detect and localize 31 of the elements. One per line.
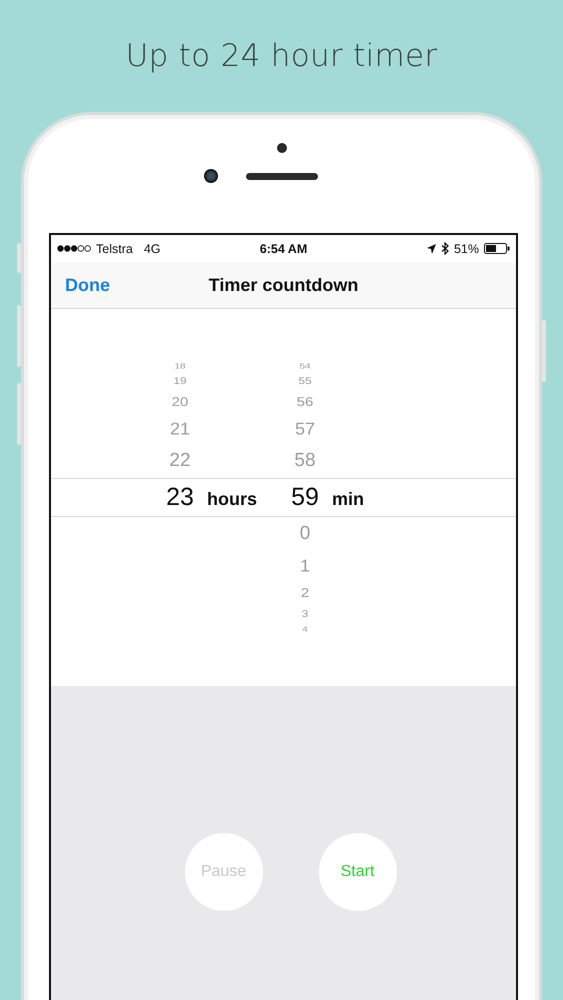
picker-option[interactable]: 22 (155, 444, 205, 478)
signal-icon (57, 245, 91, 252)
status-time: 6:54 AM (260, 242, 308, 256)
headline: Up to 24 hour timer (126, 37, 438, 76)
unit-label: hours (207, 489, 258, 510)
picker-option[interactable]: 58 (280, 444, 330, 478)
picker-option[interactable]: 21 (155, 414, 205, 443)
camera-icon (204, 169, 218, 183)
picker-option[interactable]: 56 (280, 391, 330, 412)
speaker-icon (246, 172, 318, 180)
battery-icon (484, 243, 510, 254)
sensor-icon (276, 143, 286, 153)
picker-option[interactable]: 0 (280, 517, 330, 552)
picker-option[interactable]: 55 (280, 373, 330, 388)
picker-option[interactable]: 1 (280, 552, 330, 581)
picker-option[interactable]: 20 (155, 391, 205, 412)
battery-percent: 51% (454, 242, 479, 256)
picker-option[interactable]: 57 (280, 414, 330, 443)
screen-title: Timer countdown (208, 274, 358, 296)
unit-label: min (332, 489, 364, 510)
done-button[interactable]: Done (65, 274, 110, 296)
picker-option[interactable]: 3 (280, 607, 330, 622)
selected-value[interactable]: 23 (155, 483, 205, 512)
picker-option[interactable]: 2 (280, 583, 330, 604)
location-arrow-icon (426, 244, 436, 254)
carrier-label: Telstra (96, 242, 133, 256)
bluetooth-icon (440, 242, 449, 255)
start-button[interactable]: Start (318, 833, 396, 911)
selected-value[interactable]: 59 (280, 483, 330, 512)
network-label: 4G (144, 242, 161, 256)
picker-option[interactable]: 19 (155, 373, 205, 388)
